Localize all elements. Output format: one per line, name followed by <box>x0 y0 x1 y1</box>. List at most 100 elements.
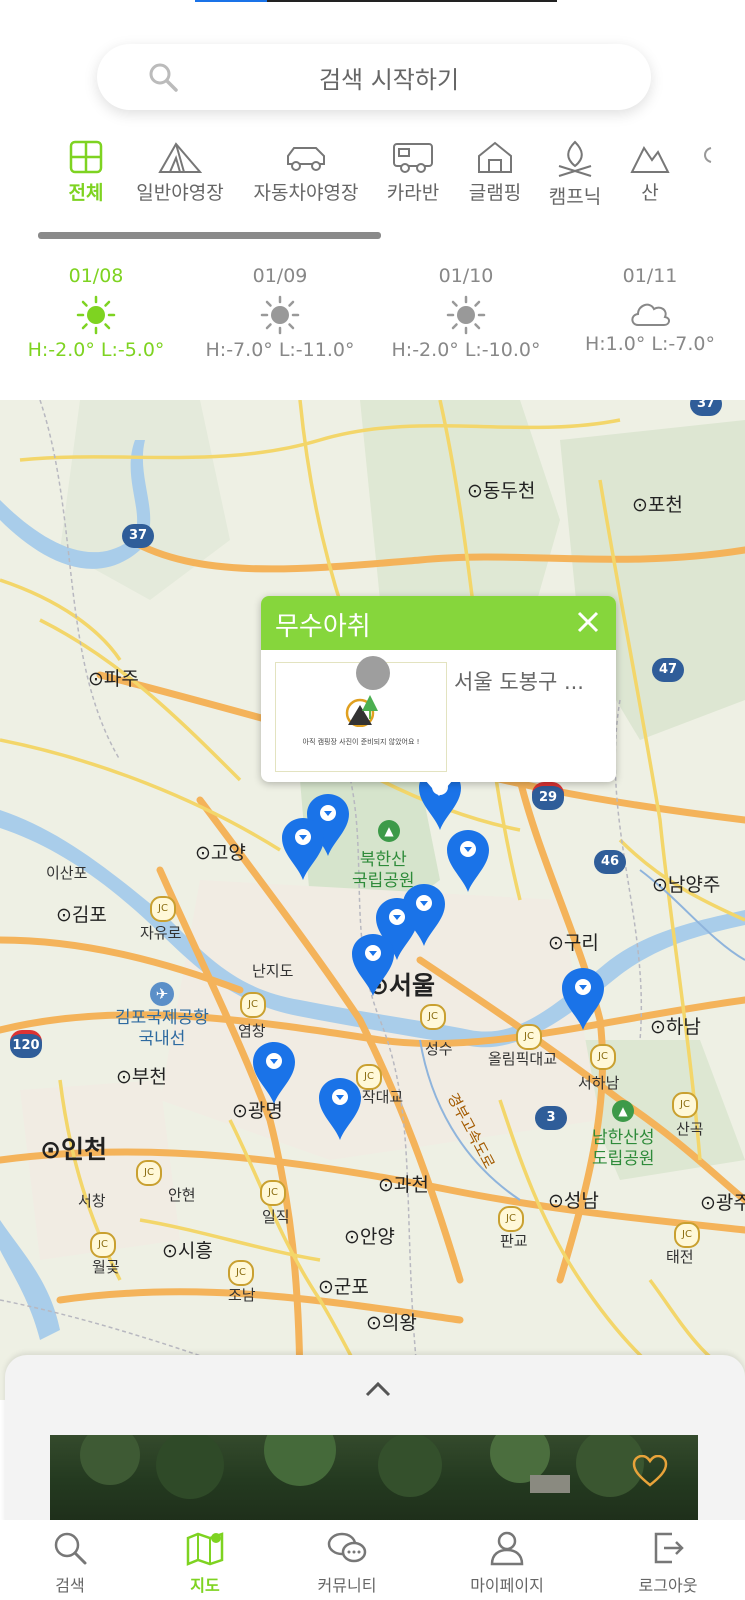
popup-address: 서울 도봉구 ... <box>454 670 584 694</box>
tab-logout[interactable]: 로그아웃 <box>608 1530 728 1596</box>
map-label: ⊙구리 <box>548 932 599 954</box>
map-label: 성수 <box>425 1040 453 1058</box>
category-auto-campsite[interactable]: 자동차야영장 <box>246 140 366 205</box>
map-label: ⊙김포 <box>56 904 107 926</box>
campsite-pin[interactable] <box>560 966 606 1032</box>
category-more-partial <box>696 140 716 174</box>
park-icon: ▲ <box>612 1100 634 1122</box>
map-label: ⊙인천 <box>40 1135 107 1164</box>
road-shield: 37 <box>122 524 154 548</box>
popup-pointer <box>425 780 453 796</box>
sun-icon <box>76 295 116 335</box>
campsite-pin[interactable] <box>251 1040 297 1106</box>
bottom-tab-bar: 검색 지도 커뮤니티 마이페이지 로그아웃 <box>0 1520 745 1600</box>
logout-icon <box>654 1532 684 1564</box>
map-label: ⊙광주 <box>700 1192 745 1214</box>
chevron-up-icon[interactable] <box>363 1379 393 1399</box>
campsite-pin[interactable] <box>317 1076 363 1142</box>
map-label: 난지도 <box>252 962 294 980</box>
map-label: ⊙의왕 <box>366 1312 417 1334</box>
mountain-icon <box>630 146 670 173</box>
tab-mypage[interactable]: 마이페이지 <box>447 1530 567 1596</box>
map-icon <box>186 1532 224 1566</box>
category-glamping[interactable]: 글램핑 <box>455 140 535 205</box>
touch-indicator <box>356 656 390 690</box>
map-label: 염창 <box>238 1022 266 1040</box>
caravan-icon <box>393 143 433 173</box>
weather-forecast: 01/08 H:-2.0° L:-5.0° 01/09 H:-7.0° L:-1… <box>0 265 745 375</box>
road-shield: 3 <box>535 1106 567 1130</box>
junction-marker: JC <box>90 1232 116 1258</box>
map-label: ⊙포천 <box>632 494 683 516</box>
road-shield: 37 <box>690 400 722 416</box>
category-all[interactable]: 전체 <box>46 140 126 205</box>
person-icon <box>490 1531 524 1566</box>
cloud-icon <box>631 303 670 326</box>
weather-day: 01/09 H:-7.0° L:-11.0° <box>205 265 355 361</box>
popup-thumbnail-caption: 아직 캠핑장 사진이 준비되지 않았어요 ! <box>302 738 420 746</box>
junction-marker: JC <box>672 1092 698 1118</box>
popup-title: 무수아취 <box>275 612 371 642</box>
popup-header: 무수아취 <box>261 596 616 650</box>
junction-marker: JC <box>228 1260 254 1286</box>
road-shield: 29 <box>532 782 564 810</box>
map-label: 서하남 <box>578 1074 620 1092</box>
weather-day: 01/08 H:-2.0° L:-5.0° <box>27 265 165 361</box>
tab-community[interactable]: 커뮤니티 <box>287 1530 407 1596</box>
tent-icon <box>158 142 202 173</box>
category-mountain[interactable]: 산 <box>620 140 680 205</box>
map-label: 올림픽대교 <box>488 1050 558 1068</box>
map-label: 안현 <box>168 1186 196 1204</box>
campsite-pin[interactable] <box>401 882 447 948</box>
junction-marker: JC <box>260 1180 286 1206</box>
junction-marker: JC <box>136 1160 162 1186</box>
house-icon <box>478 141 512 173</box>
road-shield: 120 <box>10 1030 42 1058</box>
map-label: 산곡 <box>676 1120 704 1138</box>
airport-icon: ✈ <box>150 982 174 1006</box>
chat-icon <box>327 1532 367 1563</box>
map-label: ⊙고양 <box>195 842 246 864</box>
junction-marker: JC <box>150 896 176 922</box>
map-view[interactable]: ⊙동두천 ⊙포천 ⊙파주 ⊙고양 북한산 국립공원 ⊙남양주 ⊙김포 이산포 자… <box>0 400 745 1400</box>
junction-marker: JC <box>516 1024 542 1050</box>
category-caravan[interactable]: 카라반 <box>373 140 453 205</box>
top-progress-bar <box>195 0 557 2</box>
junction-marker: JC <box>498 1206 524 1232</box>
category-general-campsite[interactable]: 일반야영장 <box>130 140 230 205</box>
map-label: 자유로 <box>140 924 182 942</box>
map-label: ⊙부천 <box>116 1066 167 1088</box>
category-campnic[interactable]: 캠프닉 <box>535 140 615 209</box>
camp-placeholder-icon <box>345 695 378 727</box>
campsite-pin[interactable] <box>280 816 326 882</box>
campsite-pin[interactable] <box>350 932 396 998</box>
map-label: 태전 <box>666 1248 694 1266</box>
map-label: 일직 <box>262 1208 290 1226</box>
map-label: ⊙하남 <box>650 1016 701 1038</box>
map-label: ⊙파주 <box>88 668 139 690</box>
tab-search[interactable]: 검색 <box>10 1530 130 1596</box>
map-label: 서창 <box>78 1192 106 1210</box>
map-label: 월곶 <box>92 1258 120 1276</box>
heart-icon[interactable] <box>632 1455 668 1487</box>
junction-marker: JC <box>674 1222 700 1248</box>
map-label: 이산포 <box>46 864 88 882</box>
search-icon <box>54 1532 87 1565</box>
campsite-pin[interactable] <box>445 828 491 894</box>
sun-icon <box>446 295 486 335</box>
map-label: ⊙시흥 <box>162 1240 213 1262</box>
map-label: ⊙남양주 <box>652 874 721 896</box>
close-icon[interactable] <box>574 608 602 636</box>
junction-marker: JC <box>590 1044 616 1070</box>
campsite-info-popup[interactable]: 무수아취 아직 캠핑장 사진이 준비되지 않았어요 ! 서울 도봉구 ... <box>261 596 616 782</box>
car-icon <box>287 147 325 171</box>
map-label: ⊙성남 <box>548 1190 599 1212</box>
search-bar[interactable]: 검색 시작하기 <box>97 44 651 110</box>
bottom-sheet[interactable] <box>5 1355 745 1525</box>
tab-map[interactable]: 지도 <box>145 1530 265 1596</box>
category-scroll-indicator[interactable] <box>38 232 381 239</box>
campsite-photo[interactable] <box>50 1435 698 1525</box>
category-bar: 전체 일반야영장 자동차야영장 카라반 글램핑 캠프닉 산 <box>0 140 745 210</box>
map-label: 판교 <box>500 1232 528 1250</box>
park-icon: ▲ <box>378 820 400 842</box>
